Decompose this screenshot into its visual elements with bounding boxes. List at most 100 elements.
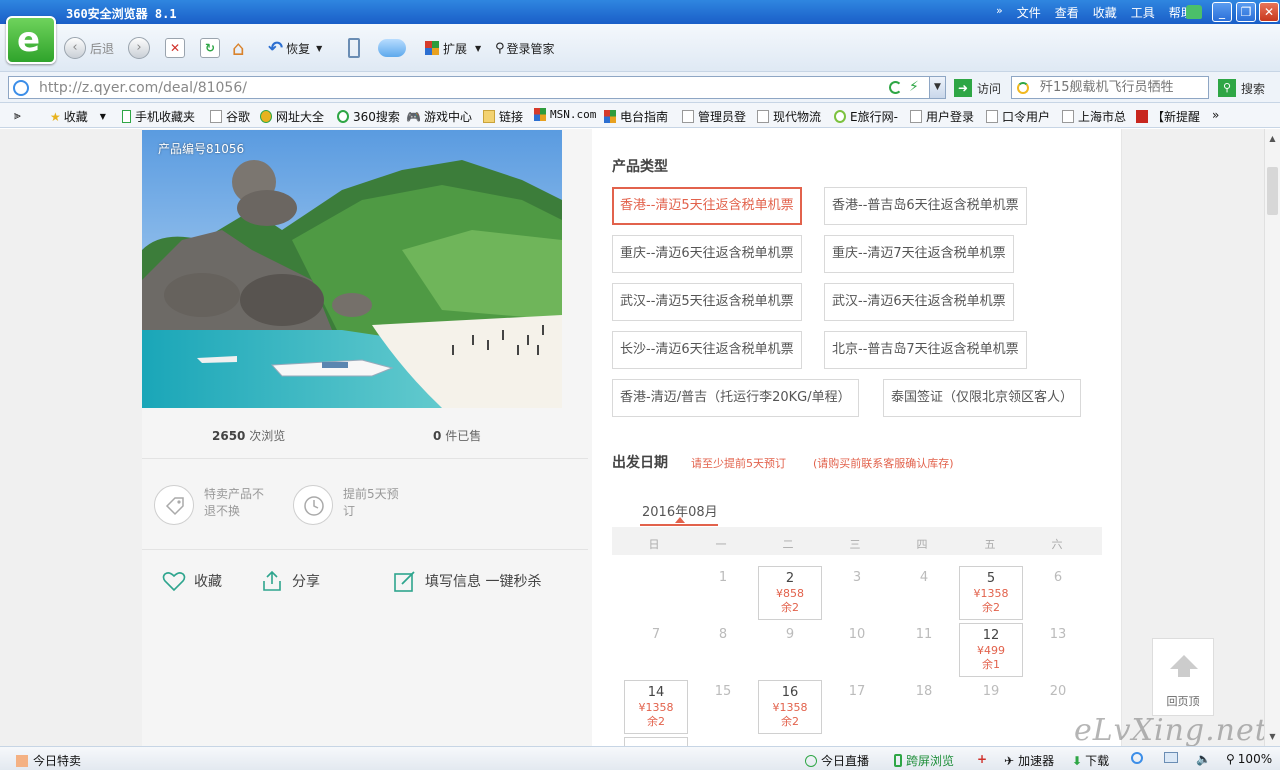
skin-icon[interactable] [1186,5,1202,19]
fav-label: 上海市总 [1078,110,1127,124]
home-button[interactable]: ⌂ [232,36,245,60]
address-dropdown-icon[interactable]: ▼ [929,77,945,98]
fav-item-directory[interactable]: 网址大全 [260,108,324,125]
weekday: 四 [916,538,928,551]
day-number: 9 [785,627,795,642]
fav-item-logistics[interactable]: 现代物流 [757,108,821,125]
fav-item-reminder[interactable]: 【新提醒 [1136,108,1200,125]
fav-item-radio[interactable]: 电台指南 [604,108,668,125]
fav-item-mobile[interactable]: 手机收藏夹 [122,108,195,125]
back-button[interactable]: ‹ 后退 [64,36,114,60]
forward-button[interactable]: › [128,36,150,60]
fav-item-msn[interactable]: MSN.com [534,108,596,121]
browser-logo[interactable]: e [6,16,56,64]
page-icon [13,80,29,96]
calendar-day: 8 [691,623,755,677]
type-option[interactable]: 北京--普吉岛7天往返含税单机票 [824,331,1027,369]
live-button[interactable]: 今日直播 [805,752,869,769]
reload-icon[interactable] [889,81,902,94]
ie-mode-icon[interactable] [1131,752,1147,764]
type-option[interactable]: 重庆--清迈6天往返含税单机票 [612,235,802,273]
bolt-icon[interactable]: ⚡ [909,79,919,95]
restore-button[interactable]: ↶ 恢复 ▼ [268,36,322,60]
accelerator-button[interactable]: ✈ 加速器 [1004,752,1054,769]
calendar-day-available[interactable]: 5 ¥1358 余2 [959,566,1023,620]
back-to-top-button[interactable]: 回页顶 [1152,638,1214,716]
login-manager-button[interactable]: ⚲ 登录管家 [495,36,555,60]
fav-item-user-login[interactable]: 用户登录 [910,108,974,125]
extensions-button[interactable]: 扩展 ▼ [425,36,481,60]
feature-advance-booking: 提前5天预 订 [343,486,399,520]
more-favorites-icon[interactable]: » [1212,108,1219,122]
search-engine-icon[interactable] [1017,82,1029,94]
zoom-icon: ⚲ [1226,752,1235,766]
share-button[interactable]: 分享 [260,569,320,593]
fill-info-button[interactable]: 填写信息 一键秒杀 [393,569,541,593]
fav-item-shanghai[interactable]: 上海市总 [1062,108,1126,125]
fav-label: 口令用户 [1002,110,1051,124]
search-button[interactable]: ⚲ 搜索 [1218,79,1265,97]
url-input[interactable] [39,79,859,96]
fav-item-games[interactable]: 🎮 游戏中心 [406,108,472,125]
type-option[interactable]: 香港--普吉岛6天往返含税单机票 [824,187,1027,225]
page-icon [757,110,769,123]
day-stock: 余2 [781,601,799,614]
menu-tools[interactable]: 工具 [1131,4,1155,21]
sidebar-toggle-icon[interactable]: ⫸ [14,108,21,123]
maximize-button[interactable]: ❐ [1236,2,1256,22]
menu-view[interactable]: 查看 [1055,4,1079,21]
type-option[interactable]: 香港-清迈/普吉（托运行李20KG/单程） [612,379,859,417]
day-number: 5 [986,571,996,586]
dropdown-icon[interactable]: ▼ [475,44,481,53]
refresh-button[interactable]: ↻ [200,36,220,60]
speaker-icon[interactable]: 🔈 [1196,752,1211,766]
scroll-down-icon[interactable]: ▼ [1265,729,1280,744]
type-option[interactable]: 武汉--清迈6天往返含税单机票 [824,283,1014,321]
fav-item-favorites[interactable]: ★ 收藏 ▼ [50,108,106,125]
calendar-day-available[interactable]: 2 ¥858 余2 [758,566,822,620]
day-number: 19 [982,684,1000,699]
dropdown-icon[interactable]: ▼ [316,44,322,53]
calendar-day: 18 [892,680,956,734]
search-input[interactable] [1040,79,1204,96]
day-stock: 余2 [982,601,1000,614]
type-option[interactable]: 武汉--清迈5天往返含税单机票 [612,283,802,321]
calendar-day-available[interactable]: 12 ¥499 余1 [959,623,1023,677]
fav-label: 管理员登 [698,110,747,124]
minimize-button[interactable]: _ [1212,2,1232,22]
scroll-thumb[interactable] [1267,167,1278,215]
zoom-control[interactable]: ⚲ 100% [1226,752,1272,766]
type-option[interactable]: 长沙--清迈6天往返含税单机票 [612,331,802,369]
type-option-selected[interactable]: 香港--清迈5天往返含税单机票 [612,187,802,225]
close-button[interactable]: ✕ [1259,2,1279,22]
fav-label: 谷歌 [226,110,251,124]
mobile-button[interactable] [348,36,360,60]
calendar-day-available[interactable]: 14 ¥1358 余2 [624,680,688,734]
today-deals-button[interactable]: 今日特卖 [16,752,81,769]
arrow-up-icon [1170,655,1198,669]
fav-item-etravel[interactable]: E旅行网- [834,108,898,125]
favorite-button[interactable]: 收藏 [162,569,222,593]
go-button[interactable]: ➜ 访问 [954,79,1001,97]
calendar-day-available[interactable]: 16 ¥1358 余2 [758,680,822,734]
day-price: ¥499 [977,644,1005,657]
fav-item-admin[interactable]: 管理员登 [682,108,746,125]
vertical-scrollbar[interactable]: ▲ ▼ [1264,129,1280,746]
calendar-day-available[interactable] [624,737,688,746]
fav-item-360search[interactable]: 360搜索 [337,108,400,125]
stop-button[interactable]: ✕ [165,36,185,60]
window-icon[interactable] [1164,752,1178,763]
menu-file[interactable]: 文件 [1017,4,1041,21]
download-button[interactable]: ⬇ 下载 [1072,752,1109,769]
scroll-up-icon[interactable]: ▲ [1265,131,1280,146]
cloud-button[interactable] [378,36,406,60]
fav-item-token-user[interactable]: 口令用户 [986,108,1050,125]
fav-item-links[interactable]: 链接 [483,108,523,125]
view-count-label: 次浏览 [249,429,286,443]
fav-item-google[interactable]: 谷歌 [210,108,250,125]
type-option[interactable]: 泰国签证（仅限北京领区客人） [883,379,1082,417]
menu-favorites[interactable]: 收藏 [1093,4,1117,21]
cross-screen-button[interactable]: 跨屏浏览 [894,752,954,769]
addon-icon[interactable]: + [977,752,987,766]
type-option[interactable]: 重庆--清迈7天往返含税单机票 [824,235,1014,273]
